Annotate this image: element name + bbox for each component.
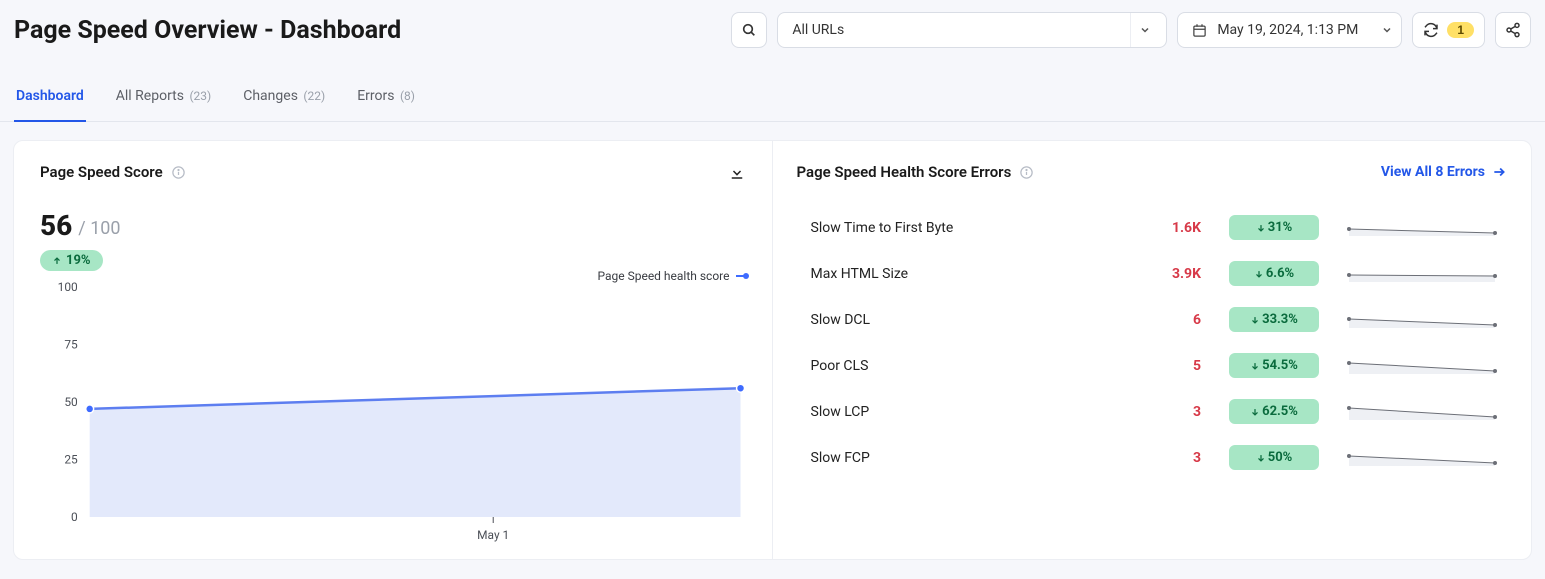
error-value: 3 bbox=[1141, 404, 1201, 420]
url-filter-label: All URLs bbox=[792, 22, 844, 38]
error-name: Slow LCP bbox=[797, 404, 1124, 420]
error-pct-badge: 62.5% bbox=[1229, 399, 1319, 424]
error-sparkline bbox=[1347, 265, 1497, 283]
error-value: 3.9K bbox=[1141, 266, 1201, 282]
error-row[interactable]: Slow Time to First Byte 1.6K 31% bbox=[797, 215, 1508, 240]
error-pct-badge: 54.5% bbox=[1229, 353, 1319, 378]
sync-button[interactable]: 1 bbox=[1412, 12, 1485, 48]
chevron-down-icon bbox=[1130, 13, 1158, 47]
panel-page-speed-score: Page Speed Score 56 / 100 19% bbox=[14, 141, 773, 559]
arrow-right-icon bbox=[1491, 165, 1507, 179]
errors-list: Slow Time to First Byte 1.6K 31% Max HTM… bbox=[797, 215, 1508, 470]
error-sparkline bbox=[1347, 449, 1497, 467]
sync-icon bbox=[1423, 22, 1439, 38]
share-button[interactable] bbox=[1495, 12, 1531, 48]
content-card: Page Speed Score 56 / 100 19% bbox=[13, 140, 1532, 560]
error-sparkline bbox=[1347, 219, 1497, 237]
tab-dashboard[interactable]: Dashboard bbox=[14, 74, 86, 122]
tab-changes[interactable]: Changes (22) bbox=[241, 74, 327, 122]
score-denom: / 100 bbox=[78, 218, 120, 242]
arrow-down-icon bbox=[1250, 361, 1260, 371]
score-value: 56 bbox=[40, 209, 72, 242]
svg-text:25: 25 bbox=[64, 452, 78, 466]
panel-title-text: Page Speed Health Score Errors bbox=[797, 163, 1012, 181]
error-value: 6 bbox=[1141, 312, 1201, 328]
date-dropdown[interactable]: May 19, 2024, 1:13 PM bbox=[1177, 12, 1402, 48]
score-chart: Page Speed health score 0255075100May 1 bbox=[40, 277, 746, 547]
chevron-down-icon bbox=[1381, 24, 1393, 36]
tab-count: (23) bbox=[189, 89, 211, 103]
error-sparkline bbox=[1347, 403, 1497, 421]
error-name: Max HTML Size bbox=[797, 266, 1124, 282]
date-label: May 19, 2024, 1:13 PM bbox=[1217, 22, 1358, 38]
svg-text:May 1: May 1 bbox=[477, 528, 509, 542]
panel-title-text: Page Speed Score bbox=[40, 163, 163, 181]
error-name: Slow DCL bbox=[797, 312, 1124, 328]
calendar-icon bbox=[1192, 23, 1207, 38]
arrow-down-icon bbox=[1256, 453, 1266, 463]
error-name: Slow Time to First Byte bbox=[797, 220, 1124, 236]
url-filter-dropdown[interactable]: All URLs bbox=[777, 12, 1167, 48]
error-pct-badge: 33.3% bbox=[1229, 307, 1319, 332]
view-all-errors-link[interactable]: View All 8 Errors bbox=[1381, 164, 1507, 180]
error-row[interactable]: Slow LCP 3 62.5% bbox=[797, 399, 1508, 424]
sync-badge: 1 bbox=[1447, 22, 1474, 38]
legend-label: Page Speed health score bbox=[597, 269, 729, 283]
error-row[interactable]: Poor CLS 5 54.5% bbox=[797, 353, 1508, 378]
svg-text:100: 100 bbox=[58, 280, 78, 294]
svg-text:50: 50 bbox=[64, 395, 78, 409]
error-value: 3 bbox=[1141, 450, 1201, 466]
tab-label: Errors bbox=[357, 88, 394, 104]
tab-count: (22) bbox=[303, 89, 325, 103]
arrow-down-icon bbox=[1256, 223, 1266, 233]
search-button[interactable] bbox=[731, 12, 767, 48]
download-button[interactable] bbox=[728, 163, 746, 181]
search-icon bbox=[741, 22, 757, 38]
error-row[interactable]: Max HTML Size 3.9K 6.6% bbox=[797, 261, 1508, 286]
error-name: Slow FCP bbox=[797, 450, 1124, 466]
error-value: 1.6K bbox=[1141, 220, 1201, 236]
score-delta-badge: 19% bbox=[40, 250, 103, 271]
error-sparkline bbox=[1347, 357, 1497, 375]
error-sparkline bbox=[1347, 311, 1497, 329]
tab-label: Dashboard bbox=[16, 88, 84, 104]
error-pct-badge: 31% bbox=[1229, 215, 1319, 240]
arrow-down-icon bbox=[1254, 269, 1264, 279]
delta-text: 19% bbox=[66, 253, 91, 268]
panel-health-errors: Page Speed Health Score Errors View All … bbox=[773, 141, 1532, 559]
info-icon[interactable] bbox=[1019, 165, 1034, 180]
error-row[interactable]: Slow DCL 6 33.3% bbox=[797, 307, 1508, 332]
tab-label: All Reports bbox=[116, 88, 184, 104]
info-icon[interactable] bbox=[171, 165, 186, 180]
header-controls: All URLs May 19, 2024, 1:13 PM 1 bbox=[731, 12, 1531, 48]
link-text: View All 8 Errors bbox=[1381, 164, 1485, 180]
arrow-down-icon bbox=[1250, 315, 1260, 325]
header: Page Speed Overview - Dashboard All URLs… bbox=[0, 0, 1545, 62]
arrow-down-icon bbox=[1250, 407, 1260, 417]
download-icon bbox=[728, 163, 746, 181]
share-icon bbox=[1505, 22, 1521, 38]
error-name: Poor CLS bbox=[797, 358, 1124, 374]
tab-count: (8) bbox=[400, 89, 415, 103]
error-row[interactable]: Slow FCP 3 50% bbox=[797, 445, 1508, 470]
tab-errors[interactable]: Errors (8) bbox=[355, 74, 417, 122]
tab-all-reports[interactable]: All Reports (23) bbox=[114, 74, 213, 122]
chart-legend: Page Speed health score bbox=[597, 269, 745, 283]
error-pct-badge: 6.6% bbox=[1229, 261, 1319, 286]
arrow-up-icon bbox=[52, 256, 62, 266]
error-value: 5 bbox=[1141, 358, 1201, 374]
tabs: Dashboard All Reports (23) Changes (22) … bbox=[0, 74, 1545, 122]
page-title: Page Speed Overview - Dashboard bbox=[14, 16, 401, 45]
tab-label: Changes bbox=[243, 88, 298, 104]
error-pct-badge: 50% bbox=[1229, 445, 1319, 470]
svg-text:75: 75 bbox=[64, 337, 78, 351]
svg-text:0: 0 bbox=[71, 510, 78, 524]
legend-marker-icon bbox=[736, 275, 746, 277]
